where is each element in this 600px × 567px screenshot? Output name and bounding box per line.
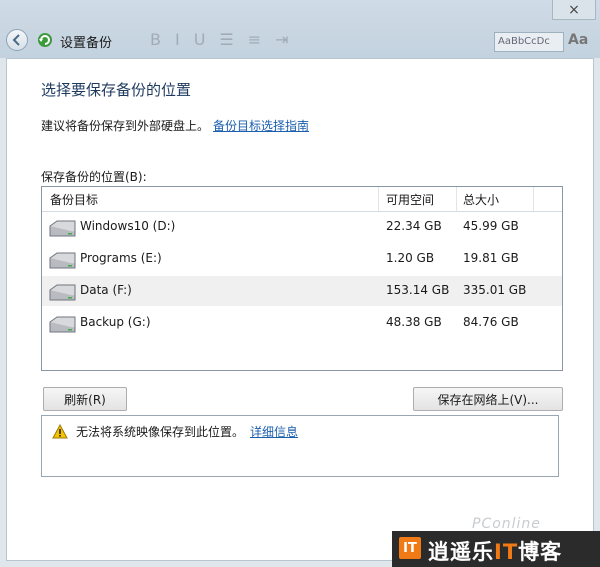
drive-name: Data (F:) [80,283,132,297]
dialog-content: 选择要保存备份的位置 建议将备份保存到外部硬盘上。 备份目标选择指南 保存备份的位… [6,58,594,561]
align-icon: ≡ [247,29,262,49]
free-space: 1.20 GB [386,251,435,265]
background-style-box: AaBbCcDc [494,32,564,52]
backup-target-list[interactable]: 备份目标 可用空间 总大小 Windows10 (D:) 22.34 GB 45.9… [41,186,563,371]
watermark-logo: IT [399,537,421,559]
total-size: 45.99 GB [463,219,519,233]
watermark-pconline: PConline [472,516,541,532]
table-header: 备份目标 可用空间 总大小 [42,187,562,212]
watermark-site-pre: 逍遥乐 [428,540,494,564]
total-size: 19.81 GB [463,251,519,265]
column-divider [378,187,379,211]
header-free[interactable]: 可用空间 [386,191,434,208]
background-style-label: Aa [568,32,589,48]
drive-name: Windows10 (D:) [80,219,176,233]
watermark-site-post: 博客 [518,540,563,564]
header-total[interactable]: 总大小 [463,191,499,208]
free-space: 48.38 GB [386,315,442,329]
advice-line: 建议将备份保存到外部硬盘上。 备份目标选择指南 [41,117,309,134]
free-space: 22.34 GB [386,219,442,233]
underline-icon: U [193,29,206,49]
refresh-button[interactable]: 刷新(R) [43,387,127,411]
list-icon: ☰ [219,29,234,49]
column-divider [533,187,534,211]
drive-icon [49,220,76,237]
drive-name: Backup (G:) [80,315,151,329]
backup-app-icon [38,33,52,47]
page-title: 选择要保存备份的位置 [41,81,192,99]
back-button[interactable] [6,29,28,51]
indent-icon: ⇥ [275,29,289,49]
total-size: 335.01 GB [463,283,527,297]
warning-icon [52,424,68,439]
table-row[interactable]: Backup (G:) 48.38 GB 84.76 GB [42,308,562,338]
watermark-site: 逍遥乐IT博客 [428,536,562,566]
window-title: 设置备份 [60,36,113,51]
details-link[interactable]: 详细信息 [250,425,298,439]
table-row[interactable]: Programs (E:) 1.20 GB 19.81 GB [42,244,562,274]
drive-name: Programs (E:) [80,251,162,265]
warning-text: 无法将系统映像保存到此位置。 [76,425,245,439]
advice-text: 建议将备份保存到外部硬盘上。 [41,119,210,133]
title-bar: B I U ☰ ≡ ⇥ AaBbCcDc Aa × 设置备份 [0,0,600,58]
guide-link[interactable]: 备份目标选择指南 [213,119,309,133]
table-row[interactable]: Data (F:) 153.14 GB 335.01 GB [42,276,562,306]
free-space: 153.14 GB [386,283,450,297]
drive-icon [49,284,76,301]
drive-icon [49,316,76,333]
total-size: 84.76 GB [463,315,519,329]
column-divider [456,187,457,211]
close-button[interactable]: × [552,0,596,20]
bold-icon: B [150,29,161,49]
drive-icon [49,252,76,269]
warning-line: 无法将系统映像保存到此位置。 详细信息 [76,423,298,440]
italic-icon: I [174,29,180,49]
table-row[interactable]: Windows10 (D:) 22.34 GB 45.99 GB [42,212,562,242]
header-target[interactable]: 备份目标 [50,191,98,208]
status-panel: 无法将系统映像保存到此位置。 详细信息 [41,415,559,477]
back-arrow-icon [12,34,20,46]
location-label: 保存备份的位置(B): [41,170,147,184]
save-on-network-button[interactable]: 保存在网络上(V)... [413,387,563,411]
watermark-site-it: IT [494,540,519,564]
